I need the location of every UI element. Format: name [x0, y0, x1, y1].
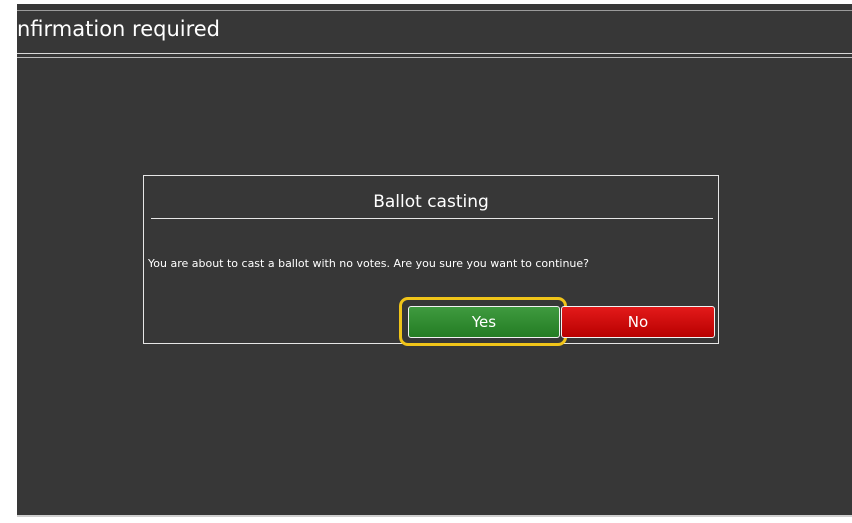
title-bar: nfirmation required	[17, 4, 852, 58]
yes-button[interactable]: Yes	[408, 306, 560, 338]
screen: nfirmation required Ballot casting You a…	[0, 0, 852, 523]
title-top-divider	[17, 10, 852, 11]
title-divider	[17, 53, 852, 54]
ballot-casting-dialog: Ballot casting You are about to cast a b…	[143, 175, 719, 346]
dialog-message: You are about to cast a ballot with no v…	[148, 257, 589, 270]
no-button[interactable]: No	[561, 306, 715, 338]
dialog-title: Ballot casting	[373, 192, 489, 212]
title-divider-secondary	[17, 57, 852, 58]
dialog-title-divider	[151, 218, 713, 219]
page-title: nfirmation required	[17, 17, 221, 41]
confirmation-screen: nfirmation required Ballot casting You a…	[17, 4, 852, 517]
bottom-divider	[17, 515, 852, 517]
